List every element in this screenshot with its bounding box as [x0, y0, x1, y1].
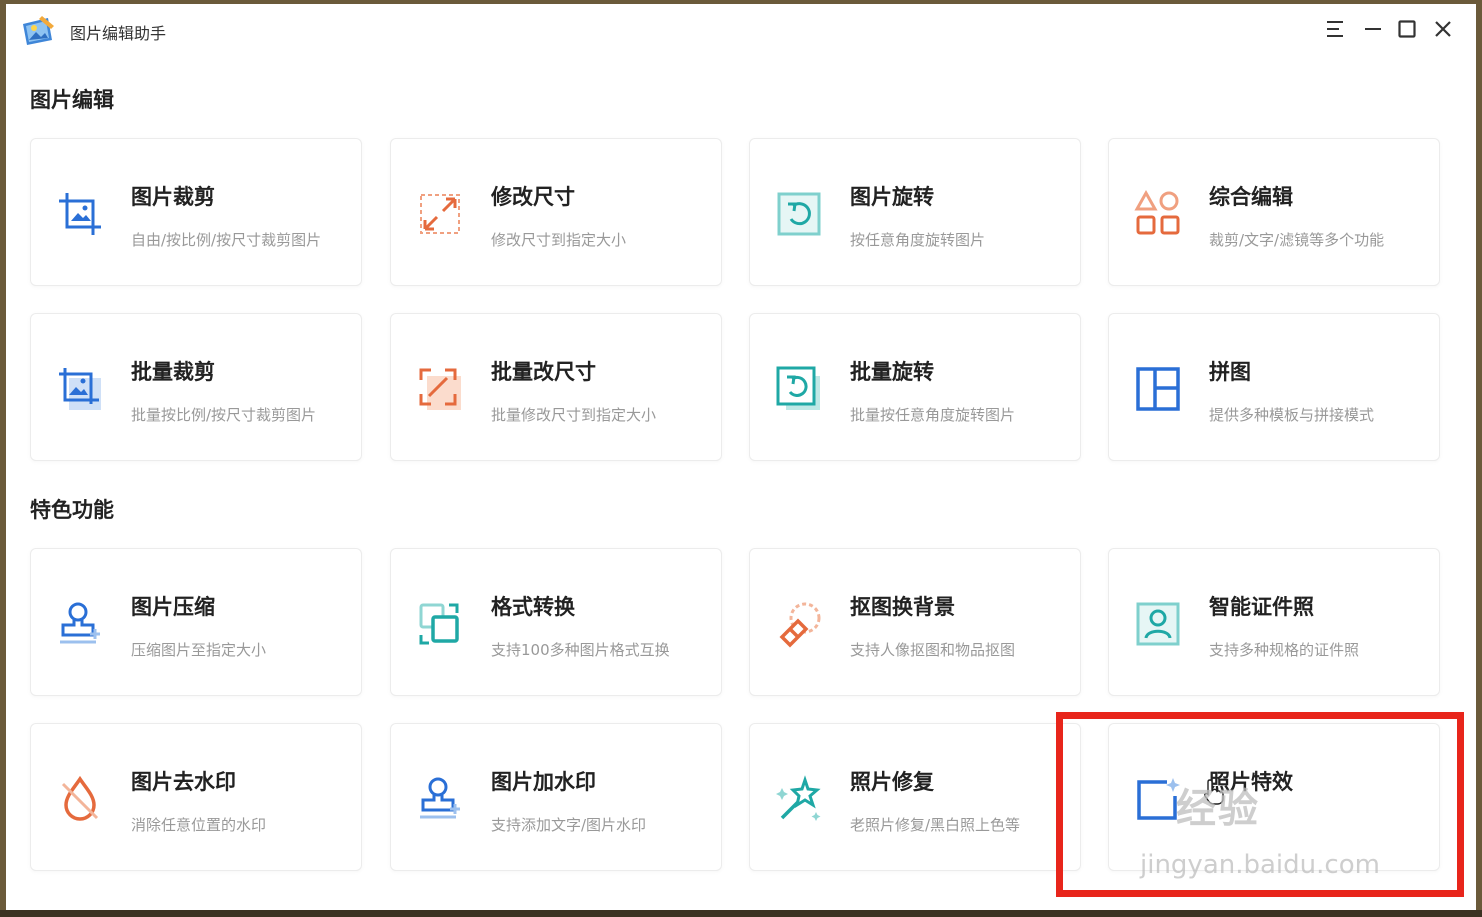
card-title: 批量改尺寸: [491, 360, 596, 384]
card-format-convert[interactable]: 格式转换 支持100多种图片格式互换: [390, 548, 722, 696]
card-resize[interactable]: 修改尺寸 修改尺寸到指定大小: [390, 138, 722, 286]
card-title: 图片裁剪: [131, 185, 215, 209]
card-crop[interactable]: 图片裁剪 自由/按比例/按尺寸裁剪图片: [30, 138, 362, 286]
card-title: 图片旋转: [850, 185, 934, 209]
card-description: 自由/按比例/按尺寸裁剪图片: [131, 231, 322, 249]
magic-wand-icon: [776, 775, 821, 821]
card-batch-crop[interactable]: 批量裁剪 批量按比例/按尺寸裁剪图片: [30, 313, 362, 461]
card-add-watermark[interactable]: 图片加水印 支持添加文字/图片水印: [390, 723, 722, 871]
card-description: 批量按任意角度旋转图片: [850, 406, 1016, 424]
hand-cursor-icon: [1204, 779, 1224, 805]
close-icon: [1435, 21, 1451, 37]
eraser-icon: [779, 602, 821, 648]
card-title: 批量旋转: [850, 360, 934, 384]
card-title: 图片去水印: [131, 770, 236, 794]
card-description: 裁剪/文字/滤镜等多个功能: [1209, 231, 1385, 249]
id-photo-icon: [1136, 602, 1180, 646]
card-description: 支持添加文字/图片水印: [491, 816, 647, 834]
card-collage[interactable]: 拼图 提供多种模板与拼接模式: [1108, 313, 1440, 461]
minimize-icon: [1365, 28, 1381, 30]
minimize-button[interactable]: [1360, 16, 1386, 42]
card-description: 支持人像抠图和物品抠图: [850, 641, 1016, 659]
batch-rotate-icon: [776, 366, 820, 410]
app-logo-icon: [23, 16, 54, 45]
card-remove-watermark[interactable]: 图片去水印 消除任意位置的水印: [30, 723, 362, 871]
batch-crop-icon: [59, 368, 101, 410]
add-watermark-icon: [420, 777, 460, 819]
app-title: 图片编辑助手: [70, 24, 167, 43]
card-cutout-background[interactable]: 抠图换背景 支持人像抠图和物品抠图: [749, 548, 1081, 696]
close-button[interactable]: [1430, 16, 1456, 42]
card-title: 拼图: [1209, 360, 1251, 384]
menu-icon: [1327, 21, 1343, 37]
remove-watermark-icon: [61, 775, 99, 821]
card-batch-resize[interactable]: 批量改尺寸 批量修改尺寸到指定大小: [390, 313, 722, 461]
crop-icon: [59, 193, 101, 235]
card-rotate[interactable]: 图片旋转 按任意角度旋转图片: [749, 138, 1081, 286]
card-description: 支持多种规格的证件照: [1209, 641, 1360, 659]
batch-resize-icon: [419, 368, 461, 410]
card-title: 图片压缩: [131, 595, 215, 619]
app-window: 图片编辑助手 图片编辑 图片裁剪 自由/按比例/按尺寸裁剪图片 修改尺寸 修改尺…: [6, 4, 1476, 910]
card-description: 支持100多种图片格式互换: [491, 641, 670, 659]
card-description: 消除任意位置的水印: [131, 816, 267, 834]
card-description: 修改尺寸到指定大小: [491, 231, 627, 249]
card-title: 修改尺寸: [491, 185, 575, 209]
convert-icon: [419, 603, 459, 645]
maximize-button[interactable]: [1394, 16, 1420, 42]
card-description: 批量修改尺寸到指定大小: [491, 406, 657, 424]
card-description: 提供多种模板与拼接模式: [1209, 406, 1375, 424]
card-title: 图片加水印: [491, 770, 596, 794]
card-title: 抠图换背景: [850, 595, 955, 619]
card-compress[interactable]: 图片压缩 压缩图片至指定大小: [30, 548, 362, 696]
shapes-icon: [1134, 189, 1180, 235]
photo-effect-icon: [1137, 778, 1180, 820]
section-title-features: 特色功能: [30, 498, 114, 522]
card-title: 格式转换: [491, 595, 575, 619]
card-title: 综合编辑: [1209, 185, 1293, 209]
resize-icon: [420, 194, 460, 234]
card-description: 老照片修复/黑白照上色等: [850, 816, 1021, 834]
card-description: 按任意角度旋转图片: [850, 231, 986, 249]
card-photo-restore[interactable]: 照片修复 老照片修复/黑白照上色等: [749, 723, 1081, 871]
card-composite-edit[interactable]: 综合编辑 裁剪/文字/滤镜等多个功能: [1108, 138, 1440, 286]
card-title: 批量裁剪: [131, 360, 215, 384]
section-title-edit: 图片编辑: [30, 88, 114, 112]
card-title: 智能证件照: [1209, 595, 1314, 619]
rotate-icon: [777, 192, 821, 236]
card-title: 照片修复: [850, 770, 934, 794]
card-id-photo[interactable]: 智能证件照 支持多种规格的证件照: [1108, 548, 1440, 696]
title-bar: 图片编辑助手: [6, 4, 1476, 56]
card-batch-rotate[interactable]: 批量旋转 批量按任意角度旋转图片: [749, 313, 1081, 461]
desktop-background-strip: [0, 910, 1482, 917]
maximize-icon: [1398, 20, 1416, 38]
card-description: 压缩图片至指定大小: [131, 641, 267, 659]
card-photo-effect[interactable]: 照片特效: [1108, 723, 1440, 871]
menu-button[interactable]: [1322, 16, 1348, 42]
card-description: 批量按比例/按尺寸裁剪图片: [131, 406, 317, 424]
compress-stamp-icon: [60, 602, 100, 644]
collage-icon: [1136, 367, 1180, 411]
